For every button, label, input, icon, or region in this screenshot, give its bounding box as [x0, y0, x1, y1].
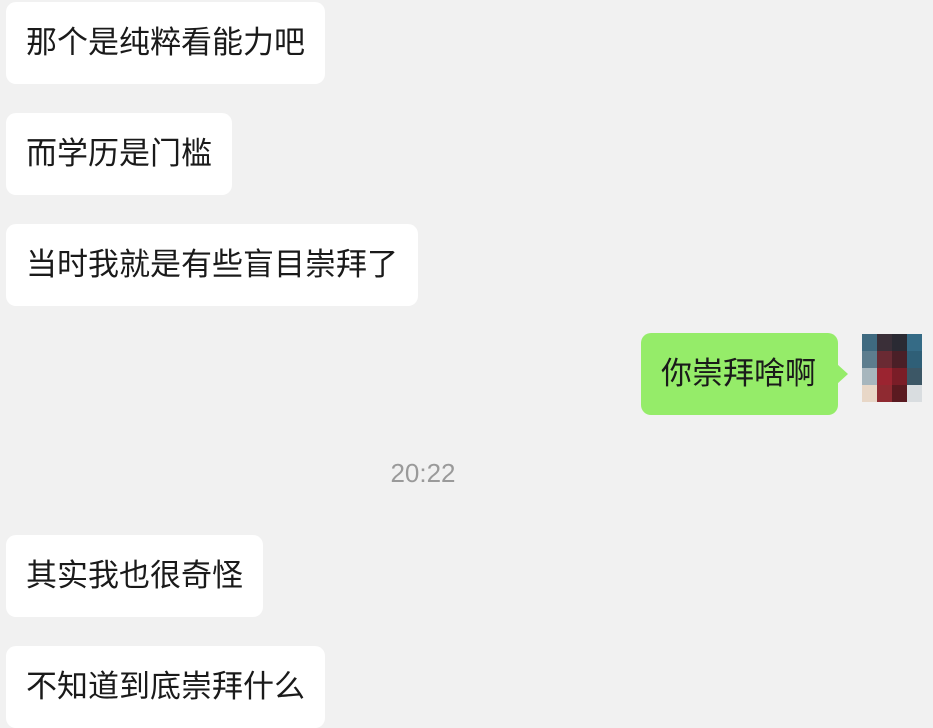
message-bubble-received[interactable]: 不知道到底崇拜什么 — [6, 646, 325, 728]
message-bubble-received[interactable]: 那个是纯粹看能力吧 — [6, 2, 325, 84]
chat-message-list[interactable]: 那个是纯粹看能力吧 而学历是门槛 当时我就是有些盲目崇拜了 你崇拜啥啊 20:2… — [0, 0, 933, 728]
message-bubble-received[interactable]: 其实我也很奇怪 — [6, 535, 263, 617]
message-bubble-received[interactable]: 当时我就是有些盲目崇拜了 — [6, 224, 418, 306]
message-timestamp: 20:22 — [390, 458, 456, 488]
message-bubble-received[interactable]: 而学历是门槛 — [6, 113, 232, 195]
pixelated-avatar-icon[interactable] — [862, 334, 922, 402]
message-bubble-sent[interactable]: 你崇拜啥啊 — [641, 333, 848, 415]
